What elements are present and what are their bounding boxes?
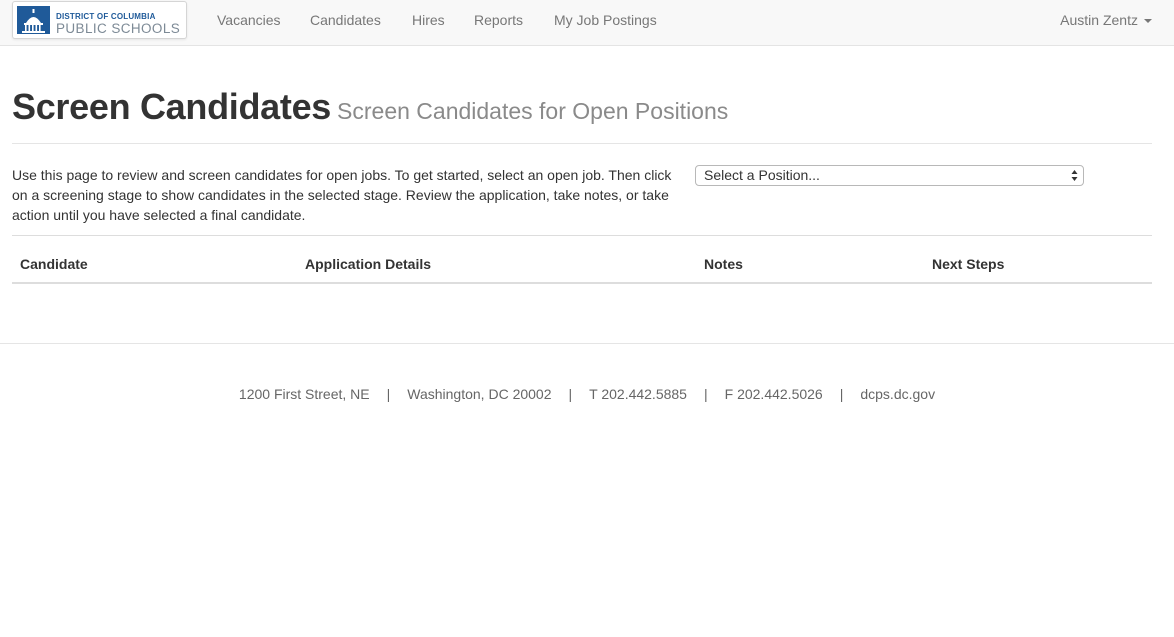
column-header-next-steps: Next Steps (932, 256, 1005, 272)
column-header-notes: Notes (704, 256, 743, 272)
brand-line1: DISTRICT OF COLUMBIA (56, 12, 156, 21)
dcps-logo[interactable]: DISTRICT OF COLUMBIA PUBLIC SCHOOLS (12, 1, 187, 39)
page-header: Screen Candidates Screen Candidates for O… (12, 86, 728, 128)
position-select[interactable]: Select a Position... (695, 165, 1084, 186)
footer-address: 1200 First Street, NE (238, 386, 370, 402)
nav-vacancies[interactable]: Vacancies (217, 12, 281, 28)
nav-reports[interactable]: Reports (474, 12, 523, 28)
select-arrows-icon (1071, 170, 1078, 181)
footer-phone: T 202.442.5885 (589, 386, 687, 402)
table-header-divider (12, 282, 1152, 284)
table-top-divider (12, 235, 1152, 236)
footer-separator: | (839, 386, 844, 402)
footer-separator: | (386, 386, 391, 402)
nav-my-job-postings[interactable]: My Job Postings (554, 12, 657, 28)
footer-city: Washington, DC 20002 (407, 386, 552, 402)
footer-separator: | (703, 386, 708, 402)
header-divider (12, 143, 1152, 144)
intro-text: Use this page to review and screen candi… (12, 167, 672, 223)
footer: 1200 First Street, NE | Washington, DC 200… (0, 386, 1174, 402)
top-navbar: DISTRICT OF COLUMBIA PUBLIC SCHOOLS Vaca… (0, 0, 1174, 46)
footer-fax: F 202.442.5026 (724, 386, 823, 402)
column-header-candidate: Candidate (20, 256, 88, 272)
caret-down-icon (1144, 19, 1152, 24)
footer-divider (0, 343, 1174, 344)
capitol-dome-icon (17, 6, 50, 34)
footer-separator: | (568, 386, 573, 402)
user-name: Austin Zentz (1060, 12, 1138, 28)
nav-candidates[interactable]: Candidates (310, 12, 381, 28)
brand-line2: PUBLIC SCHOOLS (56, 21, 181, 36)
footer-website-link[interactable]: dcps.dc.gov (860, 386, 935, 402)
position-select-value: Select a Position... (704, 167, 820, 183)
page-title: Screen Candidates (12, 86, 332, 127)
page-subtitle: Screen Candidates for Open Positions (337, 98, 729, 124)
nav-hires[interactable]: Hires (412, 12, 445, 28)
user-menu[interactable]: Austin Zentz (1060, 12, 1152, 28)
column-header-application-details: Application Details (305, 256, 432, 272)
